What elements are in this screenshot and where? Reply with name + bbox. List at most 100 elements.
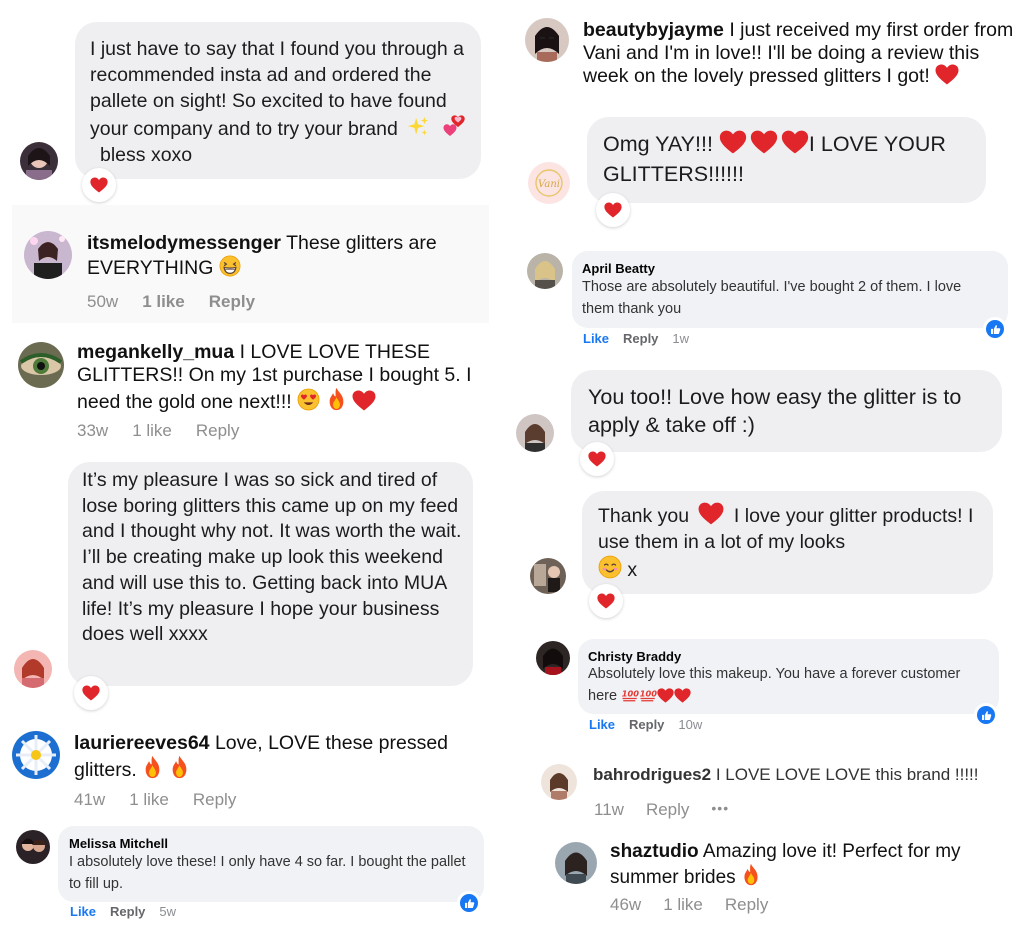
more-options-icon[interactable]: ••• xyxy=(711,800,729,820)
avatar[interactable] xyxy=(530,558,566,594)
red-heart-emoji xyxy=(935,64,959,85)
comment-text: I absolutely love these! I only have 4 s… xyxy=(69,854,466,892)
commenter-name[interactable]: Christy Braddy xyxy=(588,649,681,664)
comment-bubble: It’s my pleasure I was so sick and tired… xyxy=(68,462,473,686)
like-reaction-icon[interactable] xyxy=(984,318,1006,340)
comment-text: Thank you I love your glitter products! … xyxy=(598,502,983,584)
comment-text: Omg YAY!!! I LOVE YOUR GLITTERS!!!!!! xyxy=(603,130,946,186)
comment-text: Absolutely love this makeup. You have a … xyxy=(588,666,961,704)
comment-text: beautybyjayme I just received my first o… xyxy=(583,19,1014,87)
comment-meta: 50w 1 like Reply xyxy=(87,292,255,312)
timestamp: 46w xyxy=(610,895,642,914)
like-reaction-icon[interactable] xyxy=(975,704,997,726)
reply-button[interactable]: Reply xyxy=(629,717,664,732)
comment-bubble: April Beatty Those are absolutely beauti… xyxy=(572,251,1008,328)
likes-count[interactable]: 1 like xyxy=(663,895,703,915)
timestamp: 10w xyxy=(678,717,703,732)
fire-emoji xyxy=(741,863,761,886)
likes-count[interactable]: 1 like xyxy=(132,421,172,441)
comment-text: Those are absolutely beautiful. I've bou… xyxy=(582,279,962,317)
comment-bubble: Melissa Mitchell I absolutely love these… xyxy=(58,826,484,902)
timestamp: 11w xyxy=(594,800,624,819)
comment-bubble: You too!! Love how easy the glitter is t… xyxy=(571,370,1002,452)
reply-button[interactable]: Reply xyxy=(646,800,689,820)
commenter-name[interactable]: Melissa Mitchell xyxy=(69,836,168,851)
reply-button[interactable]: Reply xyxy=(725,895,768,915)
comment-text: bahrodrigues2 I LOVE LOVE LOVE this bran… xyxy=(593,765,979,784)
timestamp: 50w xyxy=(87,292,119,311)
like-button[interactable]: Like xyxy=(70,904,96,919)
heart-reaction-icon[interactable] xyxy=(589,584,623,618)
comment-bubble: Christy Braddy Absolutely love this make… xyxy=(578,639,999,714)
like-button[interactable]: Like xyxy=(589,717,615,732)
comment-text: It’s my pleasure I was so sick and tired… xyxy=(82,469,462,646)
like-button[interactable]: Like xyxy=(583,331,609,346)
comment-text: shaztudio Amazing love it! Perfect for m… xyxy=(610,841,961,888)
red-heart-emoji xyxy=(750,130,778,154)
reply-button[interactable]: Reply xyxy=(110,904,145,919)
timestamp: 33w xyxy=(77,421,109,440)
username[interactable]: megankelly_mua xyxy=(77,341,234,363)
avatar[interactable] xyxy=(516,414,554,452)
heart-reaction-icon[interactable] xyxy=(82,168,116,202)
avatar[interactable] xyxy=(541,764,577,800)
fire-emoji xyxy=(326,387,347,411)
two-hearts-emoji xyxy=(443,114,467,138)
sparkles-emoji xyxy=(407,116,429,138)
comment-actions: Like Reply 5w xyxy=(70,904,176,919)
avatar[interactable] xyxy=(525,18,569,62)
avatar[interactable] xyxy=(16,830,50,864)
avatar[interactable] xyxy=(18,342,64,388)
comment-meta: 33w 1 like Reply xyxy=(77,421,239,441)
username[interactable]: itsmelodymessenger xyxy=(87,232,281,254)
avatar[interactable] xyxy=(536,641,570,675)
heart-reaction-icon[interactable] xyxy=(74,676,108,710)
reply-button[interactable]: Reply xyxy=(623,331,658,346)
comment-text: lauriereeves64 Love, LOVE these pressed … xyxy=(74,732,449,781)
red-heart-emoji xyxy=(698,502,724,525)
reply-button[interactable]: Reply xyxy=(209,292,255,312)
red-heart-emoji xyxy=(657,688,674,703)
timestamp: 5w xyxy=(159,904,177,919)
timestamp: 1w xyxy=(672,331,690,346)
fire-emoji xyxy=(169,755,190,779)
heart-reaction-icon[interactable] xyxy=(580,442,614,476)
hundred-points-emoji xyxy=(621,685,639,703)
star-struck-emoji xyxy=(219,255,241,277)
comment-actions: Like Reply 10w xyxy=(589,717,702,732)
avatar[interactable] xyxy=(555,842,597,884)
svg-text:Vani: Vani xyxy=(538,179,560,190)
comment-text: itsmelodymessenger These glitters are EV… xyxy=(87,232,437,279)
likes-count[interactable]: 1 like xyxy=(142,292,185,312)
avatar[interactable]: Vani xyxy=(528,162,570,204)
reply-button[interactable]: Reply xyxy=(196,421,239,441)
comment-text: megankelly_mua I LOVE LOVE THESE GLITTER… xyxy=(77,341,472,413)
avatar[interactable] xyxy=(12,731,60,779)
comment-text: You too!! Love how easy the glitter is t… xyxy=(588,385,962,437)
heart-eyes-emoji xyxy=(297,388,320,411)
commenter-name[interactable]: April Beatty xyxy=(582,261,655,276)
username[interactable]: shaztudio xyxy=(610,841,699,862)
red-heart-emoji xyxy=(719,130,747,154)
comment-text: I just have to say that I found you thro… xyxy=(90,36,470,168)
like-reaction-icon[interactable] xyxy=(458,892,480,914)
comment-meta: 11w Reply ••• xyxy=(594,800,729,820)
likes-count[interactable]: 1 like xyxy=(129,790,169,810)
avatar[interactable] xyxy=(14,650,52,688)
red-heart-emoji xyxy=(352,390,376,411)
heart-reaction-icon[interactable] xyxy=(596,193,630,227)
avatar[interactable] xyxy=(24,231,72,279)
username[interactable]: lauriereeves64 xyxy=(74,732,210,754)
reply-button[interactable]: Reply xyxy=(193,790,236,810)
comment-bubble: Omg YAY!!! I LOVE YOUR GLITTERS!!!!!! xyxy=(587,117,986,203)
avatar[interactable] xyxy=(527,253,563,289)
fire-emoji xyxy=(142,755,163,779)
red-heart-emoji xyxy=(674,688,691,703)
username[interactable]: bahrodrigues2 xyxy=(593,765,711,784)
avatar[interactable] xyxy=(20,142,58,180)
username[interactable]: beautybyjayme xyxy=(583,19,724,41)
comment-meta: 46w 1 like Reply xyxy=(610,895,768,915)
comment-bubble: I just have to say that I found you thro… xyxy=(75,22,481,179)
timestamp: 41w xyxy=(74,790,106,809)
red-heart-emoji xyxy=(781,130,809,154)
